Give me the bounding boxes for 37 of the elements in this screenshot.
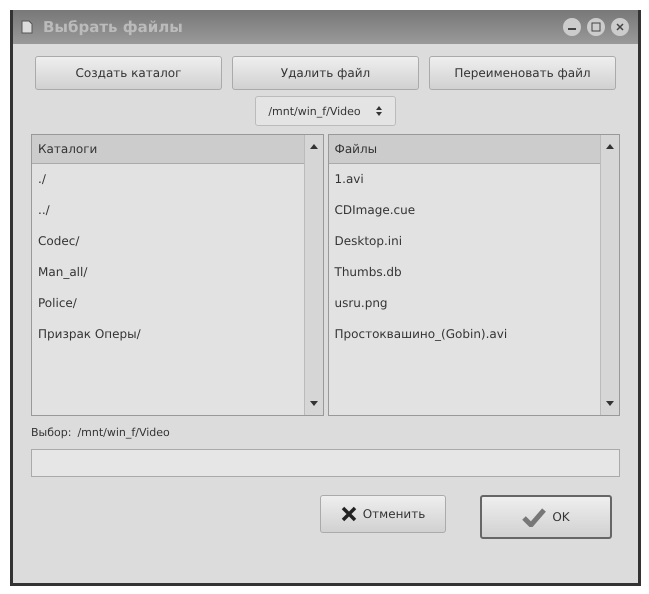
- list-item[interactable]: Man_all/: [32, 257, 304, 288]
- cross-icon: [340, 506, 357, 522]
- list-item[interactable]: Простоквашино_(Gobin).avi: [328, 319, 600, 350]
- list-item[interactable]: Desktop.ini: [328, 226, 600, 257]
- toolbar-button[interactable]: Переименовать файл: [429, 56, 616, 90]
- scrollbar[interactable]: [600, 135, 619, 415]
- list-item[interactable]: ../: [32, 195, 304, 226]
- list-item[interactable]: ./: [32, 164, 304, 195]
- list-item[interactable]: Police/: [32, 288, 304, 319]
- maximize-icon[interactable]: [586, 17, 606, 37]
- column-header[interactable]: Каталоги: [32, 135, 304, 164]
- close-icon[interactable]: [610, 17, 630, 37]
- list-item[interactable]: Призрак Оперы/: [32, 319, 304, 350]
- list-item[interactable]: 1.avi: [328, 164, 600, 195]
- path-dropdown[interactable]: /mnt/win_f/Video: [255, 96, 396, 126]
- minimize-icon[interactable]: [562, 17, 582, 37]
- list-item[interactable]: CDImage.cue: [328, 195, 600, 226]
- document-icon: [21, 20, 33, 34]
- ok-button[interactable]: OK: [480, 495, 612, 539]
- down-arrow-icon[interactable]: [310, 401, 318, 407]
- down-arrow-icon[interactable]: [606, 401, 614, 407]
- selection-label: Выбор:: [31, 426, 72, 439]
- list-item[interactable]: Codec/: [32, 226, 304, 257]
- filename-field[interactable]: [31, 449, 620, 477]
- up-arrow-icon[interactable]: [310, 143, 318, 149]
- updown-icon: [374, 105, 383, 117]
- selection-path: /mnt/win_f/Video: [77, 426, 170, 439]
- cancel-button[interactable]: Отменить: [320, 495, 446, 533]
- list-item[interactable]: Thumbs.db: [328, 257, 600, 288]
- window-title: Выбрать файлы: [43, 18, 184, 36]
- column-header[interactable]: Файлы: [328, 135, 600, 164]
- toolbar-button[interactable]: Создать каталог: [35, 56, 222, 90]
- scrollbar[interactable]: [304, 135, 322, 415]
- list-item[interactable]: usru.png: [328, 288, 600, 319]
- checkmark-icon: [522, 507, 546, 527]
- toolbar-button[interactable]: Удалить файл: [232, 56, 419, 90]
- up-arrow-icon[interactable]: [606, 143, 614, 149]
